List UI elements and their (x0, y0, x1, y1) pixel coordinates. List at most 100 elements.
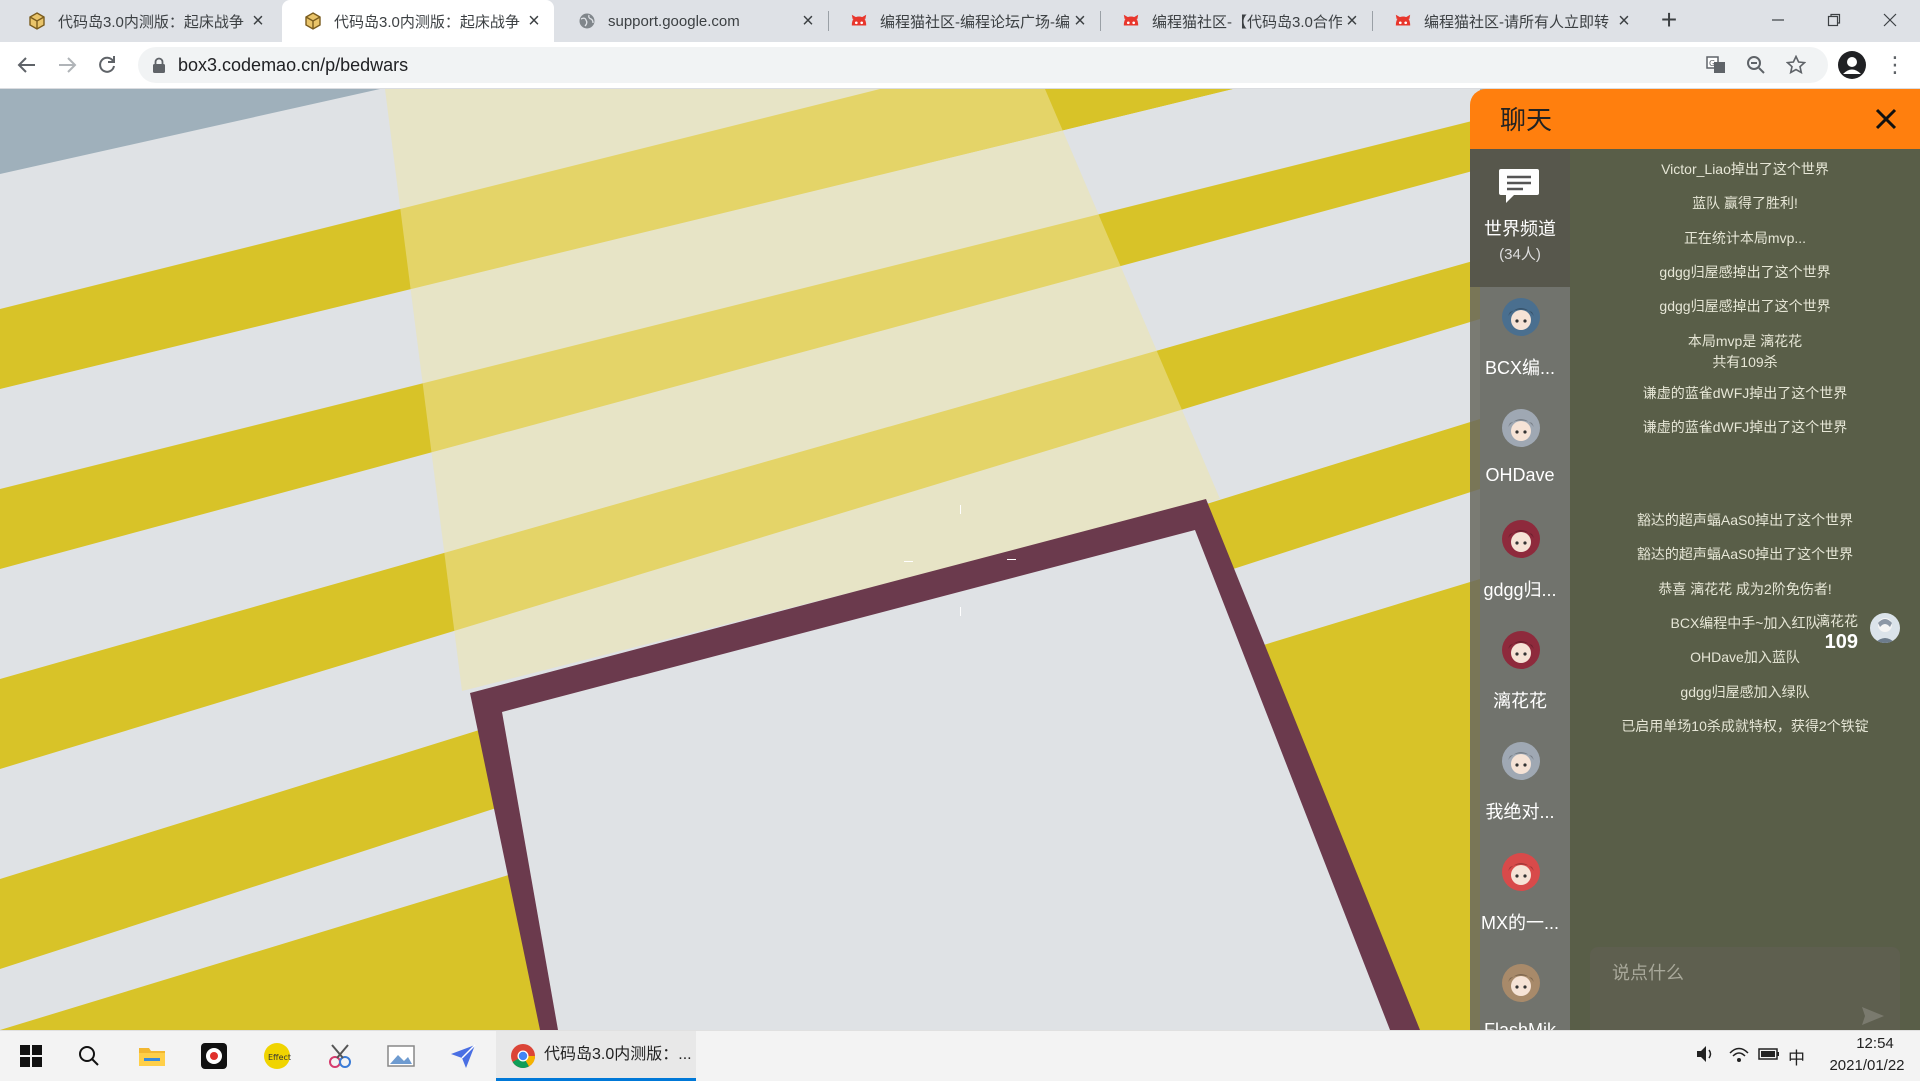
tab-close-icon[interactable]: × (1342, 11, 1362, 31)
chat-message: gdgg归屋感掉出了这个世界 (1570, 296, 1920, 317)
photos-app-icon[interactable] (384, 1040, 418, 1072)
chat-messages: Victor_Liao掉出了这个世界 蓝队 赢得了胜利! 正在统计本局mvp... g… (1570, 149, 1920, 1030)
avatar (1502, 742, 1540, 780)
avatar (1502, 298, 1540, 336)
minimize-icon (1772, 19, 1784, 21)
arrow-left-icon (17, 57, 35, 73)
translate-icon[interactable]: G (1704, 53, 1728, 77)
minimize-button[interactable] (1750, 0, 1806, 40)
paper-plane-app-icon[interactable] (446, 1040, 480, 1072)
clock-date[interactable]: 2021/01/22 (1822, 1057, 1912, 1074)
chat-message: gdgg归屋感掉出了这个世界 (1570, 262, 1920, 283)
avatar (1502, 631, 1540, 669)
reload-button[interactable] (90, 48, 124, 82)
send-icon[interactable] (1860, 1003, 1886, 1029)
clock-time[interactable]: 12:54 (1840, 1035, 1910, 1052)
snipping-tool-icon[interactable] (323, 1040, 357, 1072)
arrow-right-icon (59, 57, 77, 73)
restore-button[interactable] (1806, 0, 1862, 40)
browser-menu-icon[interactable]: ⋮ (1884, 51, 1906, 79)
world-channel-tab[interactable]: 世界频道 (34人) (1470, 149, 1570, 287)
url-text[interactable]: box3.codemao.cn/p/bedwars (178, 47, 408, 83)
tab-close-icon[interactable]: × (1614, 11, 1634, 31)
crosshair-bottom (960, 607, 961, 616)
browser-toolbar: box3.codemao.cn/p/bedwars G ⋮ (0, 42, 1920, 89)
restore-icon (1827, 13, 1841, 27)
reload-icon (99, 56, 115, 73)
browser-tab-active[interactable]: 代码岛3.0内测版：起床战争 × (282, 0, 554, 42)
tab-close-icon[interactable]: × (524, 11, 544, 31)
close-icon (1875, 108, 1897, 130)
avatar[interactable] (1870, 613, 1900, 643)
chat-message-text: 蓝队 赢得了胜利! (1692, 195, 1798, 211)
browser-tab[interactable]: 编程猫社区-【代码岛3.0合作 × (1100, 0, 1372, 42)
chat-message-text: 豁达的超声蝠AaS0掉出了这个世界 (1636, 546, 1854, 562)
tab-title: 代码岛3.0内测版：起床战争 (334, 13, 520, 31)
chat-input-area[interactable] (1590, 947, 1900, 1030)
world-channel-count: (34人) (1499, 246, 1541, 263)
input-method-indicator[interactable]: 中 (1788, 1044, 1805, 1069)
chat-message: 本局mvp是 漓花花 共有109杀 (1570, 331, 1920, 373)
player-item[interactable]: gdgg归... (1470, 510, 1570, 620)
tab-close-icon[interactable]: × (1070, 11, 1090, 31)
player-item[interactable]: FlashMik (1470, 954, 1570, 1030)
chat-header: 聊天 (1470, 89, 1920, 149)
browser-tab[interactable]: 编程猫社区-请所有人立即转 × (1372, 0, 1644, 42)
codemao-cat-icon (1394, 12, 1412, 30)
address-bar[interactable]: box3.codemao.cn/p/bedwars G (138, 47, 1828, 83)
player-item[interactable]: 漓花花 (1470, 621, 1570, 731)
mvp-score: 109 (1824, 631, 1858, 653)
chat-message: 豁达的超声蝠AaS0掉出了这个世界 (1570, 544, 1920, 565)
bookmark-star-icon[interactable] (1784, 53, 1808, 77)
zoom-icon[interactable] (1744, 53, 1768, 77)
battery-icon[interactable] (1758, 1045, 1780, 1068)
tab-title: 代码岛3.0内测版：起床战争 (58, 13, 244, 31)
tab-close-icon[interactable]: × (248, 11, 268, 31)
forward-button[interactable] (50, 48, 84, 82)
chat-message-text: gdgg归屋感掉出了这个世界 (1659, 264, 1831, 280)
network-icon[interactable] (1729, 1045, 1749, 1068)
volume-icon[interactable] (1696, 1045, 1716, 1068)
avatar (1502, 964, 1540, 1002)
player-item[interactable]: 我绝对... (1470, 732, 1570, 842)
tab-close-icon[interactable]: × (798, 11, 818, 31)
chat-message: 蓝队 赢得了胜利! (1570, 193, 1920, 214)
box-icon (304, 12, 322, 30)
taskbar-chrome-window[interactable]: 代码岛3.0内测版：... (496, 1031, 696, 1081)
globe-icon (578, 12, 596, 30)
crosshair-right (1007, 559, 1016, 560)
chat-close-button[interactable] (1870, 103, 1902, 135)
effects-app-icon[interactable]: Effect (260, 1040, 294, 1072)
svg-text:G: G (1709, 59, 1715, 68)
search-icon[interactable] (72, 1040, 106, 1072)
chat-message-input[interactable] (1610, 957, 1854, 989)
chat-title: 聊天 (1500, 105, 1553, 135)
back-button[interactable] (10, 48, 44, 82)
chat-message-text: 共有109杀 (1712, 354, 1778, 370)
tab-title: support.google.com (608, 12, 740, 30)
player-item[interactable]: MX的一... (1470, 843, 1570, 953)
chat-message: 谦虚的蓝雀dWFJ掉出了这个世界 (1570, 383, 1920, 404)
chat-message-text: gdgg归屋感掉出了这个世界 (1659, 298, 1831, 314)
codemao-cat-icon (850, 12, 868, 30)
mvp-message: 漓花花 109 (1700, 611, 1900, 655)
browser-tab[interactable]: 编程猫社区-编程论坛广场-编 × (828, 0, 1100, 42)
close-window-button[interactable] (1862, 0, 1918, 40)
taskbar-window-title: 代码岛3.0内测版：... (544, 1046, 692, 1063)
player-item[interactable]: BCX编... (1470, 288, 1570, 398)
record-app-icon[interactable] (197, 1040, 231, 1072)
new-tab-button[interactable]: + (1656, 6, 1682, 34)
file-explorer-icon[interactable] (135, 1040, 169, 1072)
chat-message-text: 谦虚的蓝雀dWFJ掉出了这个世界 (1642, 419, 1848, 435)
browser-tab[interactable]: support.google.com × (556, 0, 828, 42)
tab-title: 编程猫社区-【代码岛3.0合作 (1152, 13, 1342, 31)
chat-message-text: 正在统计本局mvp... (1683, 230, 1807, 246)
chrome-icon (511, 1044, 535, 1069)
browser-tab[interactable]: 代码岛3.0内测版：起床战争 × (6, 0, 278, 42)
windows-start-icon[interactable] (14, 1040, 48, 1072)
chat-message: 豁达的超声蝠AaS0掉出了这个世界 (1570, 510, 1920, 531)
player-name: OHDave (1485, 465, 1555, 485)
player-name: FlashMik (1483, 1020, 1556, 1030)
profile-avatar-icon[interactable] (1838, 51, 1866, 79)
player-item[interactable]: OHDave (1470, 399, 1570, 509)
